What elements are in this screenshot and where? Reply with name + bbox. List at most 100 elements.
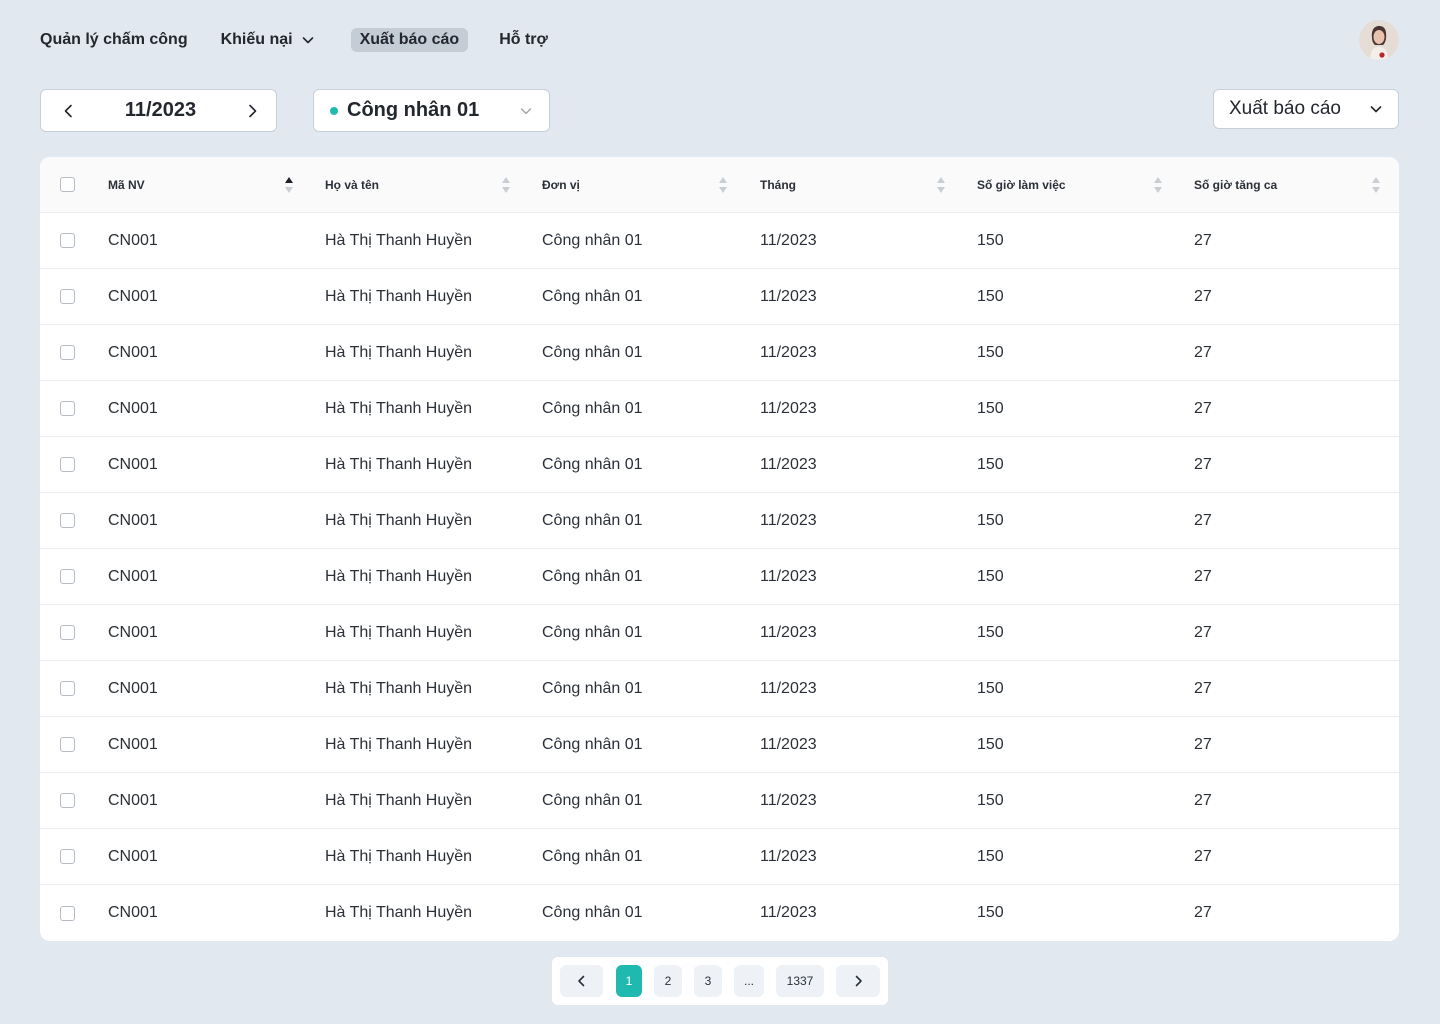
row-checkbox[interactable] bbox=[60, 793, 75, 808]
chevron-left-icon[interactable] bbox=[59, 101, 79, 121]
cell-month: 11/2023 bbox=[760, 455, 817, 473]
row-checkbox[interactable] bbox=[60, 513, 75, 528]
next-page-button[interactable] bbox=[836, 965, 880, 997]
table-row[interactable]: CN001 Hà Thị Thanh Huyền Công nhân 01 11… bbox=[40, 325, 1399, 381]
table-row[interactable]: CN001 Hà Thị Thanh Huyền Công nhân 01 11… bbox=[40, 549, 1399, 605]
cell-unit: Công nhân 01 bbox=[542, 455, 643, 473]
column-header-full-name[interactable]: Họ và tên bbox=[325, 157, 379, 212]
cell-employee-id: CN001 bbox=[108, 791, 158, 809]
row-select-cell bbox=[60, 661, 80, 716]
table-row[interactable]: CN001 Hà Thị Thanh Huyền Công nhân 01 11… bbox=[40, 661, 1399, 717]
chevron-down-icon bbox=[301, 33, 315, 47]
column-header-overtime-hours[interactable]: Số giờ tăng ca bbox=[1194, 157, 1277, 212]
select-all-checkbox[interactable] bbox=[60, 177, 75, 192]
cell-employee-id: CN001 bbox=[108, 231, 158, 249]
cell-full-name: Hà Thị Thanh Huyền bbox=[325, 735, 473, 753]
cell-working-hours: 150 bbox=[977, 904, 1004, 921]
sort-icon[interactable] bbox=[501, 176, 511, 194]
row-checkbox[interactable] bbox=[60, 625, 75, 640]
cell-full-name: Hà Thị Thanh Huyền bbox=[325, 791, 473, 809]
cell-employee-id: CN001 bbox=[108, 623, 158, 641]
nav-item-attendance[interactable]: Quản lý chấm công bbox=[40, 28, 188, 52]
sort-icon[interactable] bbox=[1371, 176, 1381, 194]
cell-overtime-hours: 27 bbox=[1194, 343, 1212, 361]
row-checkbox[interactable] bbox=[60, 345, 75, 360]
cell-overtime-hours: 27 bbox=[1194, 511, 1212, 529]
table-row[interactable]: CN001 Hà Thị Thanh Huyền Công nhân 01 11… bbox=[40, 773, 1399, 829]
cell-working-hours: 150 bbox=[977, 791, 1004, 809]
table-body: CN001 Hà Thị Thanh Huyền Công nhân 01 11… bbox=[40, 213, 1399, 941]
row-checkbox[interactable] bbox=[60, 569, 75, 584]
table-row[interactable]: CN001 Hà Thị Thanh Huyền Công nhân 01 11… bbox=[40, 381, 1399, 437]
cell-unit: Công nhân 01 bbox=[542, 904, 643, 921]
sort-ascending-icon[interactable] bbox=[284, 176, 294, 194]
cell-month: 11/2023 bbox=[760, 231, 817, 249]
row-checkbox[interactable] bbox=[60, 681, 75, 696]
cell-full-name: Hà Thị Thanh Huyền bbox=[325, 287, 473, 305]
cell-unit: Công nhân 01 bbox=[542, 399, 643, 417]
table-row[interactable]: CN001 Hà Thị Thanh Huyền Công nhân 01 11… bbox=[40, 213, 1399, 269]
cell-month: 11/2023 bbox=[760, 343, 817, 361]
cell-overtime-hours: 27 bbox=[1194, 904, 1212, 921]
cell-working-hours: 150 bbox=[977, 511, 1004, 529]
export-report-button[interactable]: Xuất báo cáo bbox=[1213, 89, 1399, 129]
column-header-month[interactable]: Tháng bbox=[760, 157, 796, 212]
cell-employee-id: CN001 bbox=[108, 287, 158, 305]
cell-month: 11/2023 bbox=[760, 399, 817, 417]
nav-item-complaints[interactable]: Khiếu nại bbox=[221, 28, 315, 52]
page-button-3[interactable]: 3 bbox=[694, 965, 722, 997]
cell-month: 11/2023 bbox=[760, 679, 817, 697]
table-row[interactable]: CN001 Hà Thị Thanh Huyền Công nhân 01 11… bbox=[40, 493, 1399, 549]
row-checkbox[interactable] bbox=[60, 737, 75, 752]
column-header-employee-id[interactable]: Mã NV bbox=[108, 157, 145, 212]
page-button-2[interactable]: 2 bbox=[654, 965, 682, 997]
nav-item-export-report[interactable]: Xuất báo cáo bbox=[350, 28, 469, 52]
page-ellipsis[interactable]: ... bbox=[734, 965, 764, 997]
prev-page-button[interactable] bbox=[560, 965, 603, 997]
chevron-right-icon[interactable] bbox=[242, 101, 262, 121]
cell-employee-id: CN001 bbox=[108, 847, 158, 865]
table-row[interactable]: CN001 Hà Thị Thanh Huyền Công nhân 01 11… bbox=[40, 829, 1399, 885]
chevron-down-icon bbox=[1369, 102, 1383, 116]
cell-full-name: Hà Thị Thanh Huyền bbox=[325, 679, 473, 697]
row-checkbox[interactable] bbox=[60, 457, 75, 472]
avatar[interactable] bbox=[1359, 20, 1399, 60]
row-select-cell bbox=[60, 381, 80, 436]
cell-working-hours: 150 bbox=[977, 455, 1004, 473]
sort-icon[interactable] bbox=[1153, 176, 1163, 194]
table-row[interactable]: CN001 Hà Thị Thanh Huyền Công nhân 01 11… bbox=[40, 269, 1399, 325]
cell-working-hours: 150 bbox=[977, 399, 1004, 417]
cell-working-hours: 150 bbox=[977, 847, 1004, 865]
table-row[interactable]: CN001 Hà Thị Thanh Huyền Công nhân 01 11… bbox=[40, 885, 1399, 941]
nav-item-label: Quản lý chấm công bbox=[40, 31, 188, 48]
page-button-last[interactable]: 1337 bbox=[776, 965, 824, 997]
cell-employee-id: CN001 bbox=[108, 511, 158, 529]
row-checkbox[interactable] bbox=[60, 233, 75, 248]
table-row[interactable]: CN001 Hà Thị Thanh Huyền Công nhân 01 11… bbox=[40, 717, 1399, 773]
sort-icon[interactable] bbox=[718, 176, 728, 194]
table-header: Mã NV Họ và tên Đơn vị Tháng Số giờ làm … bbox=[40, 157, 1399, 213]
cell-month: 11/2023 bbox=[760, 847, 817, 865]
row-checkbox[interactable] bbox=[60, 289, 75, 304]
status-dot bbox=[330, 106, 338, 115]
cell-overtime-hours: 27 bbox=[1194, 847, 1212, 865]
cell-overtime-hours: 27 bbox=[1194, 679, 1212, 697]
table-row[interactable]: CN001 Hà Thị Thanh Huyền Công nhân 01 11… bbox=[40, 437, 1399, 493]
cell-month: 11/2023 bbox=[760, 567, 817, 585]
row-select-cell bbox=[60, 549, 80, 604]
nav-item-support[interactable]: Hỗ trợ bbox=[499, 28, 548, 52]
sort-icon[interactable] bbox=[936, 176, 946, 194]
row-checkbox[interactable] bbox=[60, 849, 75, 864]
unit-select[interactable]: Công nhân 01 bbox=[313, 89, 550, 132]
cell-employee-id: CN001 bbox=[108, 735, 158, 753]
row-select-cell bbox=[60, 213, 80, 268]
cell-employee-id: CN001 bbox=[108, 679, 158, 697]
unit-select-value: Công nhân 01 bbox=[347, 99, 480, 121]
page-button-1[interactable]: 1 bbox=[616, 965, 642, 997]
table-row[interactable]: CN001 Hà Thị Thanh Huyền Công nhân 01 11… bbox=[40, 605, 1399, 661]
row-checkbox[interactable] bbox=[60, 905, 75, 921]
column-header-unit[interactable]: Đơn vị bbox=[542, 157, 580, 212]
column-header-working-hours[interactable]: Số giờ làm việc bbox=[977, 157, 1066, 212]
row-checkbox[interactable] bbox=[60, 401, 75, 416]
cell-unit: Công nhân 01 bbox=[542, 623, 643, 641]
